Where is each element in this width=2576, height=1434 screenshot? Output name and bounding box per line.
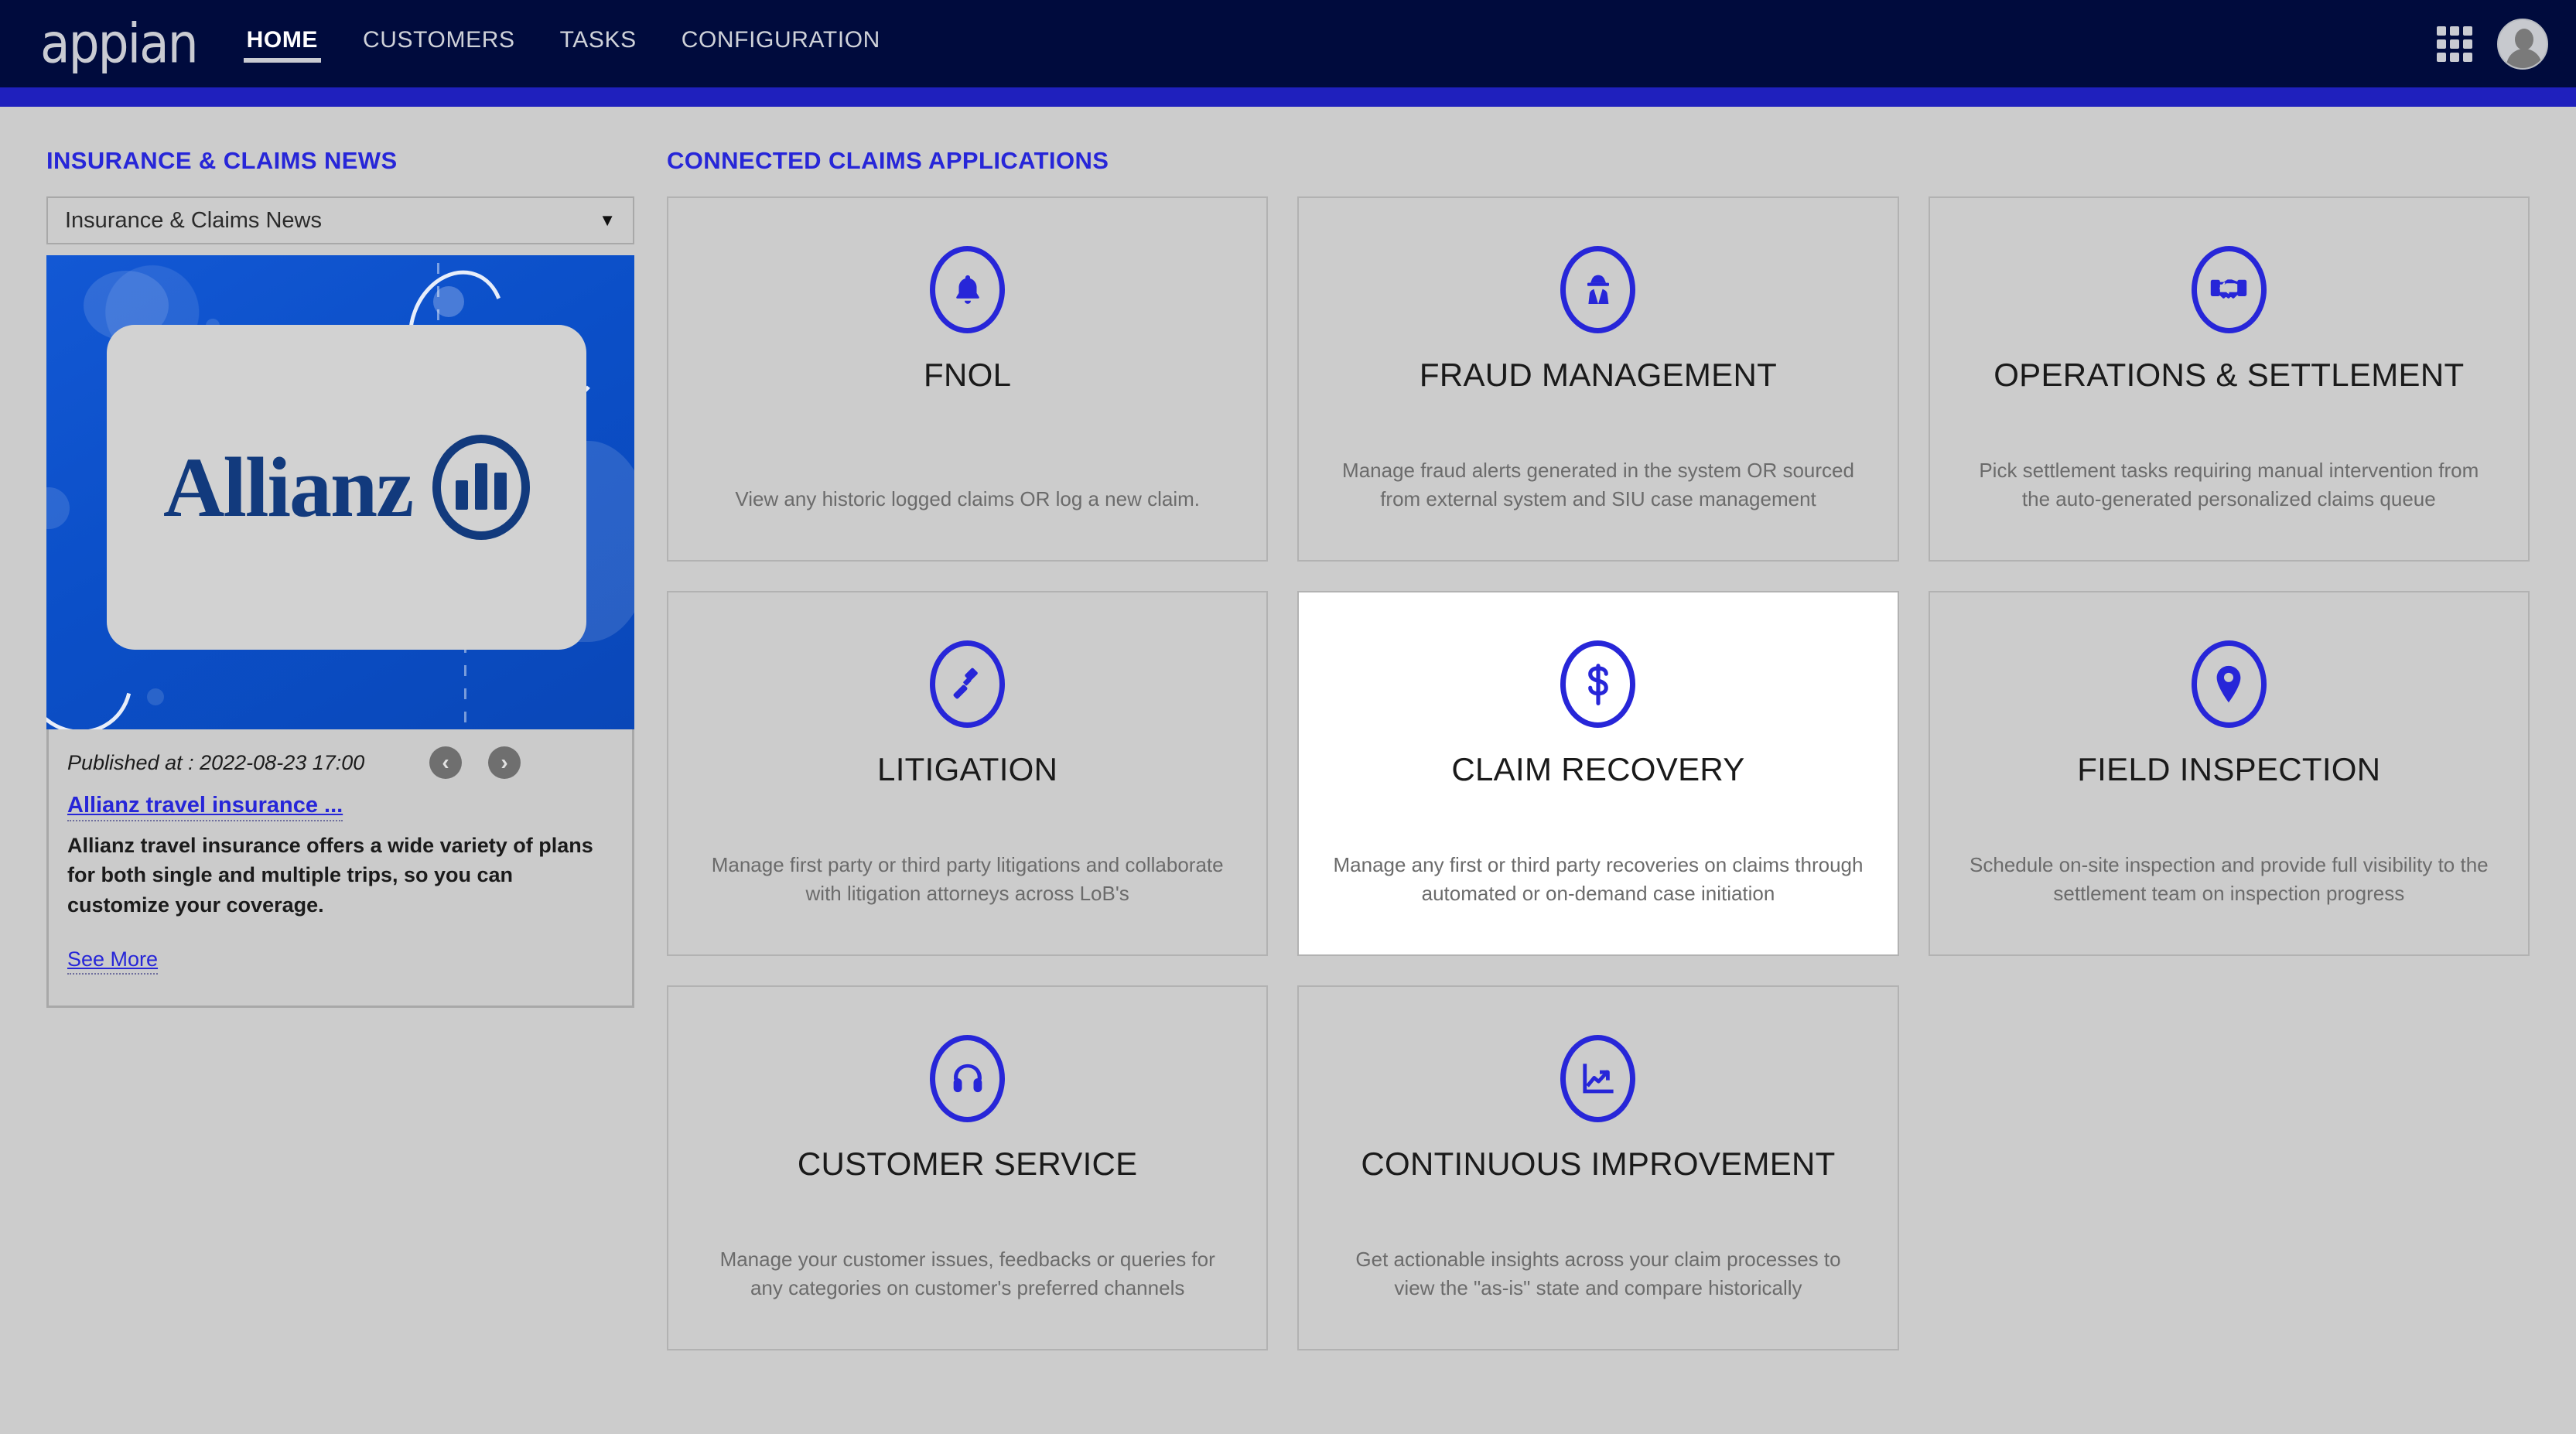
top-navigation-bar: appian HOME CUSTOMERS TASKS CONFIGURATIO… [0, 0, 2576, 87]
nav-item-configuration[interactable]: CONFIGURATION [678, 22, 883, 66]
news-carousel-nav: ‹ › [429, 746, 613, 779]
news-category-dropdown[interactable]: Insurance & Claims News ▼ [46, 196, 634, 244]
app-card-litigation[interactable]: LITIGATION Manage first party or third p… [667, 591, 1269, 956]
nav-right-actions [2437, 0, 2548, 87]
accent-bar [0, 87, 2576, 107]
allianz-logo-card: Allianz [107, 325, 586, 650]
app-title: CLAIM RECOVERY [1451, 751, 1745, 787]
app-description: Manage fraud alerts generated in the sys… [1342, 459, 1854, 511]
allianz-wordmark: Allianz [162, 440, 414, 534]
app-card-continuous-improvement[interactable]: CONTINUOUS IMPROVEMENT Get actionable in… [1297, 985, 1899, 1350]
appian-logo[interactable]: appian [40, 16, 199, 71]
news-panel: Allianz Published at : 2022-08-23 17:00 … [46, 255, 634, 1008]
nav-item-customers[interactable]: CUSTOMERS [360, 22, 518, 66]
applications-grid: FNOL View any historic logged claims OR … [667, 196, 2530, 1350]
app-title: CONTINUOUS IMPROVEMENT [1361, 1145, 1836, 1182]
headset-icon [930, 1035, 1006, 1122]
app-title: FIELD INSPECTION [2077, 751, 2381, 787]
app-description: View any historic logged claims OR log a… [735, 487, 1200, 511]
carousel-prev-icon[interactable]: ‹ [429, 746, 462, 779]
page-content: INSURANCE & CLAIMS NEWS Insurance & Clai… [0, 107, 2576, 1350]
app-title: FRAUD MANAGEMENT [1419, 357, 1778, 393]
app-title: CUSTOMER SERVICE [797, 1145, 1138, 1182]
app-card-fraud-management[interactable]: FRAUD MANAGEMENT Manage fraud alerts gen… [1297, 196, 1899, 562]
carousel-next-icon[interactable]: › [488, 746, 521, 779]
chevron-down-icon: ▼ [599, 210, 616, 230]
applications-section-title: CONNECTED CLAIMS APPLICATIONS [667, 147, 1109, 174]
app-description: Manage any first or third party recoveri… [1333, 853, 1864, 906]
allianz-bars-icon [432, 435, 531, 540]
see-more-link[interactable]: See More [67, 947, 159, 975]
dollar-icon [1560, 640, 1636, 728]
map-pin-icon [2191, 640, 2267, 728]
news-published-date: Published at : 2022-08-23 17:00 [67, 750, 365, 774]
app-description: Manage your customer issues, feedbacks o… [719, 1248, 1215, 1300]
app-card-customer-service[interactable]: CUSTOMER SERVICE Manage your customer is… [667, 985, 1269, 1350]
app-description: Get actionable insights across your clai… [1355, 1248, 1841, 1300]
app-card-claim-recovery[interactable]: CLAIM RECOVERY Manage any first or third… [1297, 591, 1899, 956]
applications-column: CONNECTED CLAIMS APPLICATIONS FNOL View … [667, 147, 2530, 1350]
main-nav: HOME CUSTOMERS TASKS CONFIGURATION [243, 22, 883, 66]
chart-up-icon [1560, 1035, 1636, 1122]
news-section-title: INSURANCE & CLAIMS NEWS [46, 147, 398, 174]
app-description: Pick settlement tasks requiring manual i… [1979, 459, 2479, 511]
news-category-value: Insurance & Claims News [65, 207, 322, 233]
news-meta-row: Published at : 2022-08-23 17:00 ‹ › [49, 729, 632, 779]
app-title: OPERATIONS & SETTLEMENT [1993, 357, 2465, 393]
app-card-operations-settlement[interactable]: OPERATIONS & SETTLEMENT Pick settlement … [1928, 196, 2530, 562]
app-description: Schedule on-site inspection and provide … [1970, 853, 2489, 906]
app-title: FNOL [924, 357, 1012, 393]
gavel-icon [930, 640, 1006, 728]
app-grid-empty-slot [1929, 985, 2530, 1350]
nav-item-home[interactable]: HOME [243, 22, 322, 66]
news-column: INSURANCE & CLAIMS NEWS Insurance & Clai… [46, 147, 634, 1008]
apps-grid-icon[interactable] [2437, 26, 2472, 62]
app-description: Manage first party or third party litiga… [711, 853, 1224, 906]
news-body: Allianz travel insurance ... Allianz tra… [49, 779, 632, 998]
user-avatar[interactable] [2497, 18, 2548, 70]
bell-icon [930, 246, 1006, 333]
app-card-field-inspection[interactable]: FIELD INSPECTION Schedule on-site inspec… [1928, 591, 2530, 956]
news-summary: Allianz travel insurance offers a wide v… [67, 834, 593, 917]
app-card-fnol[interactable]: FNOL View any historic logged claims OR … [667, 196, 1269, 562]
handshake-icon [2191, 246, 2267, 333]
nav-item-tasks[interactable]: TASKS [557, 22, 640, 66]
app-title: LITIGATION [877, 751, 1058, 787]
news-hero-image: Allianz [46, 255, 634, 729]
news-headline-link[interactable]: Allianz travel insurance ... [67, 793, 343, 821]
spy-icon [1560, 246, 1636, 333]
